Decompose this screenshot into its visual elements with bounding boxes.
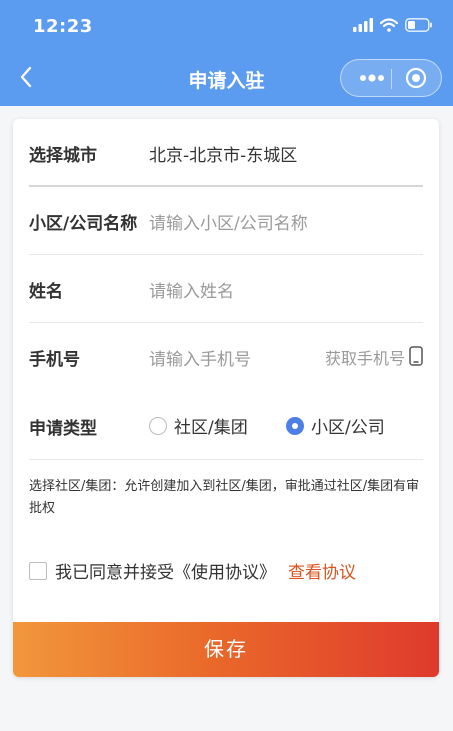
- phone-row: 手机号 请输入手机号 获取手机号: [29, 323, 423, 391]
- signal-icon: [353, 18, 373, 32]
- type-row: 申请类型 社区/集团 小区/公司: [29, 392, 423, 460]
- name-input[interactable]: 请输入姓名: [149, 277, 234, 302]
- get-phone-button[interactable]: 获取手机号: [325, 345, 405, 369]
- mini-program-capsule: [340, 59, 442, 97]
- name-label: 姓名: [29, 282, 63, 302]
- radio-option-residence-company[interactable]: 小区/公司: [286, 413, 385, 438]
- agreement-text: 我已同意并接受《使用协议》: [55, 563, 276, 583]
- city-value[interactable]: 北京-北京市-东城区: [149, 141, 297, 166]
- divider: [29, 459, 423, 460]
- battery-icon: [405, 18, 432, 32]
- phone-input[interactable]: 请输入手机号: [149, 345, 251, 370]
- top-bar: 12:23 申请入驻: [0, 0, 453, 106]
- status-icons: [353, 18, 433, 32]
- type-label: 申请类型: [29, 419, 97, 439]
- agreement-row[interactable]: 我已同意并接受《使用协议》 查看协议: [29, 558, 356, 583]
- wifi-icon: [380, 18, 398, 32]
- view-agreement-link[interactable]: 查看协议: [288, 558, 356, 583]
- status-time: 12:23: [33, 16, 93, 37]
- more-dots-icon[interactable]: [357, 68, 387, 88]
- radio-option-community-group[interactable]: 社区/集团: [149, 413, 248, 438]
- target-icon[interactable]: [405, 67, 427, 89]
- radio-label: 小区/公司: [311, 418, 385, 438]
- radio-button-selected[interactable]: [286, 416, 304, 435]
- agreement-checkbox[interactable]: [29, 561, 47, 580]
- community-label: 小区/公司名称: [29, 214, 138, 234]
- name-row: 姓名 请输入姓名: [29, 255, 423, 323]
- city-label: 选择城市: [29, 146, 97, 166]
- save-button[interactable]: 保存: [13, 622, 439, 677]
- radio-label: 社区/集团: [174, 418, 248, 438]
- application-form-card: 选择城市 北京-北京市-东城区 小区/公司名称 请输入小区/公司名称 姓名 请输…: [13, 119, 439, 677]
- community-row: 小区/公司名称 请输入小区/公司名称: [29, 187, 423, 255]
- city-row[interactable]: 选择城市 北京-北京市-东城区: [29, 119, 423, 187]
- radio-button[interactable]: [149, 416, 167, 435]
- community-input[interactable]: 请输入小区/公司名称: [149, 209, 308, 234]
- phone-icon[interactable]: [409, 346, 423, 366]
- capsule-divider: [391, 69, 392, 89]
- type-note: 选择社区/集团：允许创建加入到社区/集团，审批通过社区/集团有审批权: [29, 479, 420, 516]
- phone-label: 手机号: [29, 350, 80, 370]
